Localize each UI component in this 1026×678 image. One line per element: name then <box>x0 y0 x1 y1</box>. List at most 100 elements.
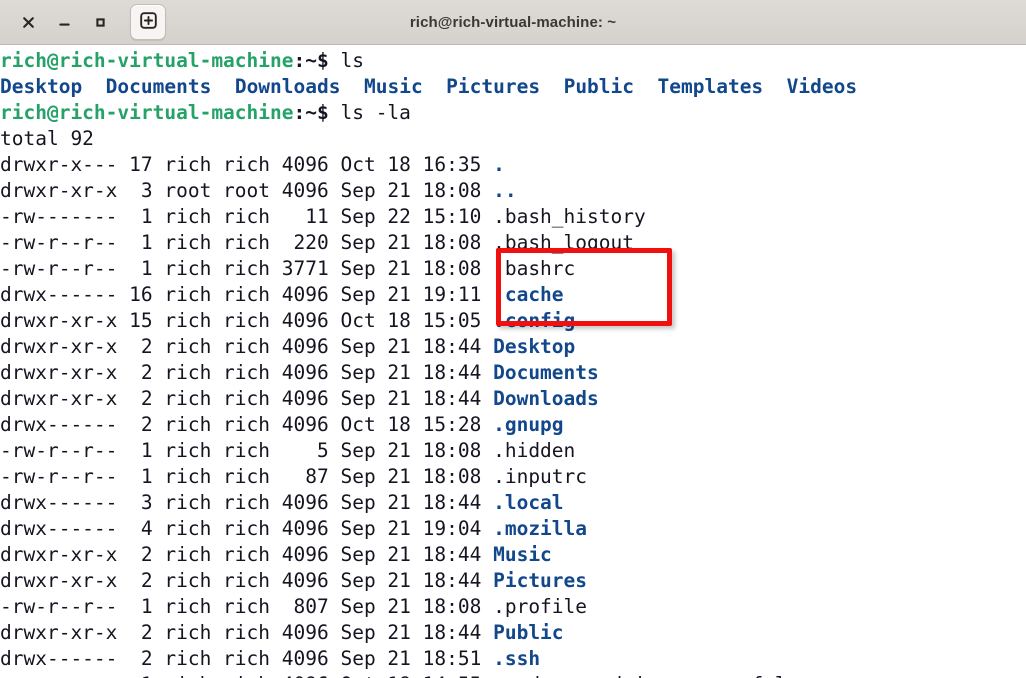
ls-long-row: -rw-r--r-- 1 rich rich 5 Sep 21 18:08 .h… <box>0 438 1026 464</box>
ls-entry: Pictures <box>446 75 541 98</box>
ls-row-metadata: drwxr-xr-x 2 rich rich 4096 Sep 21 18:44 <box>0 387 494 410</box>
terminal-command: ls <box>340 49 364 72</box>
ls-row-metadata: drwxr-xr-x 2 rich rich 4096 Sep 21 18:44 <box>0 361 494 384</box>
minimize-button[interactable] <box>46 5 82 39</box>
ls-long-row: drwx------ 2 rich rich 4096 Sep 21 18:51… <box>0 646 1026 672</box>
ls-gap <box>540 75 563 98</box>
ls-row-filename: . <box>493 153 505 176</box>
minimize-icon <box>57 15 72 30</box>
ls-row-metadata: -rw-r--r-- 1 rich rich 807 Sep 21 18:08 <box>0 595 494 618</box>
ls-long-row: drwxr-xr-x 2 rich rich 4096 Sep 21 18:44… <box>0 542 1026 568</box>
window-controls <box>0 0 166 44</box>
ls-row-filename: .hidden <box>493 439 576 462</box>
ls-gap <box>341 75 364 98</box>
ls-long-row: drwx------ 2 rich rich 4096 Oct 18 15:28… <box>0 412 1026 438</box>
ls-long-row: -rw-r--r-- 1 rich rich 4096 Oct 18 14:55… <box>0 672 1026 678</box>
ls-long-row: drwxr-x--- 17 rich rich 4096 Oct 18 16:3… <box>0 152 1026 178</box>
ls-row-metadata: -rw-r--r-- 1 rich rich 5 Sep 21 18:08 <box>0 439 494 462</box>
ls-output-line: Desktop Documents Downloads Music Pictur… <box>0 74 1026 100</box>
terminal-prompt-line: rich@rich-virtual-machine:~$ ls -la <box>0 100 1026 126</box>
maximize-button[interactable] <box>82 5 118 39</box>
ls-row-filename: Documents <box>493 361 599 384</box>
ls-long-row: drwxr-xr-x 3 root root 4096 Sep 21 18:08… <box>0 178 1026 204</box>
ls-row-metadata: drwxr-xr-x 2 rich rich 4096 Sep 21 18:44 <box>0 335 494 358</box>
ls-row-filename: .bash_logout <box>493 231 634 254</box>
ls-gap <box>211 75 234 98</box>
ls-row-metadata: drwxr-xr-x 15 rich rich 4096 Oct 18 15:0… <box>0 309 494 332</box>
ls-row-filename: Desktop <box>493 335 576 358</box>
ls-long-row: drwxr-xr-x 2 rich rich 4096 Sep 21 18:44… <box>0 334 1026 360</box>
ls-row-filename: .gnupg <box>493 413 564 436</box>
ls-row-filename: Pictures <box>493 569 588 592</box>
ls-row-filename: Music <box>493 543 552 566</box>
ls-row-metadata: drwxr-xr-x 2 rich rich 4096 Sep 21 18:44 <box>0 621 494 644</box>
ls-long-row: -rw------- 1 rich rich 11 Sep 22 15:10 .… <box>0 204 1026 230</box>
ls-row-metadata: drwx------ 3 rich rich 4096 Sep 21 18:44 <box>0 491 494 514</box>
prompt-path-symbol: :~$ <box>293 101 341 124</box>
ls-long-row: drwxr-xr-x 2 rich rich 4096 Sep 21 18:44… <box>0 360 1026 386</box>
ls-long-row: drwxr-xr-x 2 rich rich 4096 Sep 21 18:44… <box>0 620 1026 646</box>
ls-row-filename: .inputrc <box>493 465 588 488</box>
ls-long-row: -rw-r--r-- 1 rich rich 220 Sep 21 18:08 … <box>0 230 1026 256</box>
ls-long-row: drwx------ 16 rich rich 4096 Sep 21 19:1… <box>0 282 1026 308</box>
ls-row-filename: Public <box>493 621 564 644</box>
ls-row-metadata: -rw-r--r-- 1 rich rich 4096 Oct 18 14:55 <box>0 673 493 678</box>
ls-long-row: drwx------ 3 rich rich 4096 Sep 21 18:44… <box>0 490 1026 516</box>
ls-row-metadata: drwxr-x--- 17 rich rich 4096 Oct 18 16:3… <box>0 153 494 176</box>
ls-row-metadata: drwxr-xr-x 2 rich rich 4096 Sep 21 18:44 <box>0 569 494 592</box>
ls-long-row: -rw-r--r-- 1 rich rich 807 Sep 21 18:08 … <box>0 594 1026 620</box>
terminal-command: ls -la <box>340 101 411 124</box>
ls-row-filename: .bashrc <box>493 257 576 280</box>
ls-entry: Desktop <box>0 75 83 98</box>
ls-row-filename: .mozilla <box>493 517 588 540</box>
close-button[interactable] <box>10 5 46 39</box>
ls-long-row: drwxr-xr-x 2 rich rich 4096 Sep 21 18:44… <box>0 386 1026 412</box>
ls-long-row: drwxr-xr-x 2 rich rich 4096 Sep 21 18:44… <box>0 568 1026 594</box>
ls-row-filename: .ssh <box>493 647 541 670</box>
plus-box-icon <box>139 11 158 34</box>
prompt-user-host: rich@rich-virtual-machine <box>0 101 294 124</box>
ls-entry: Public <box>563 75 635 98</box>
ls-total-text: total 92 <box>0 127 94 150</box>
ls-row-metadata: drwxr-xr-x 2 rich rich 4096 Sep 21 18:44 <box>0 543 494 566</box>
ls-gap <box>634 75 657 98</box>
ls-row-metadata: -rw-r--r-- 1 rich rich 3771 Sep 21 18:08 <box>0 257 494 280</box>
ls-entry: Videos <box>786 75 858 98</box>
ls-entry: Downloads <box>234 75 341 98</box>
ls-row-metadata: drwxr-xr-x 3 root root 4096 Sep 21 18:08 <box>0 179 494 202</box>
ls-row-filename: Downloads <box>493 387 599 410</box>
ls-row-metadata: drwx------ 2 rich rich 4096 Sep 21 18:51 <box>0 647 494 670</box>
ls-row-filename: .bash_history <box>493 205 646 228</box>
ls-row-filename: .local <box>493 491 564 514</box>
prompt-user-host: rich@rich-virtual-machine <box>0 49 294 72</box>
terminal-prompt-line: rich@rich-virtual-machine:~$ ls <box>0 48 1026 74</box>
ls-long-row: -rw-r--r-- 1 rich rich 3771 Sep 21 18:08… <box>0 256 1026 282</box>
ls-long-row: -rw-r--r-- 1 rich rich 87 Sep 21 18:08 .… <box>0 464 1026 490</box>
ls-row-filename: .sudo_as_admin_successful <box>493 673 787 678</box>
ls-long-row: drwx------ 4 rich rich 4096 Sep 21 19:04… <box>0 516 1026 542</box>
terminal-screen[interactable]: rich@rich-virtual-machine:~$ ls Desktop D… <box>0 45 1026 678</box>
ls-row-filename: .profile <box>493 595 588 618</box>
terminal-window: rich@rich-virtual-machine: ~ rich@rich-v… <box>0 0 1026 678</box>
ls-row-filename: .cache <box>493 283 564 306</box>
ls-gap <box>423 75 446 98</box>
prompt-path-symbol: :~$ <box>293 49 341 72</box>
new-tab-button[interactable] <box>130 4 166 40</box>
ls-row-metadata: drwx------ 16 rich rich 4096 Sep 21 19:1… <box>0 283 494 306</box>
ls-row-filename: .config <box>493 309 576 332</box>
ls-long-row: drwxr-xr-x 15 rich rich 4096 Oct 18 15:0… <box>0 308 1026 334</box>
ls-row-metadata: -rw------- 1 rich rich 11 Sep 22 15:10 <box>0 205 494 228</box>
maximize-icon <box>93 15 108 30</box>
ls-gap <box>763 75 786 98</box>
ls-entry: Music <box>363 75 423 98</box>
ls-row-metadata: -rw-r--r-- 1 rich rich 87 Sep 21 18:08 <box>0 465 494 488</box>
close-icon <box>21 15 36 30</box>
ls-row-filename: .. <box>493 179 517 202</box>
terminal-output: rich@rich-virtual-machine:~$ ls Desktop D… <box>0 48 1026 678</box>
ls-row-metadata: drwx------ 4 rich rich 4096 Sep 21 19:04 <box>0 517 494 540</box>
ls-row-metadata: -rw-r--r-- 1 rich rich 220 Sep 21 18:08 <box>0 231 494 254</box>
ls-total-line: total 92 <box>0 126 1026 152</box>
ls-entry: Documents <box>105 75 212 98</box>
window-titlebar[interactable]: rich@rich-virtual-machine: ~ <box>0 0 1026 45</box>
ls-entry: Templates <box>657 75 764 98</box>
